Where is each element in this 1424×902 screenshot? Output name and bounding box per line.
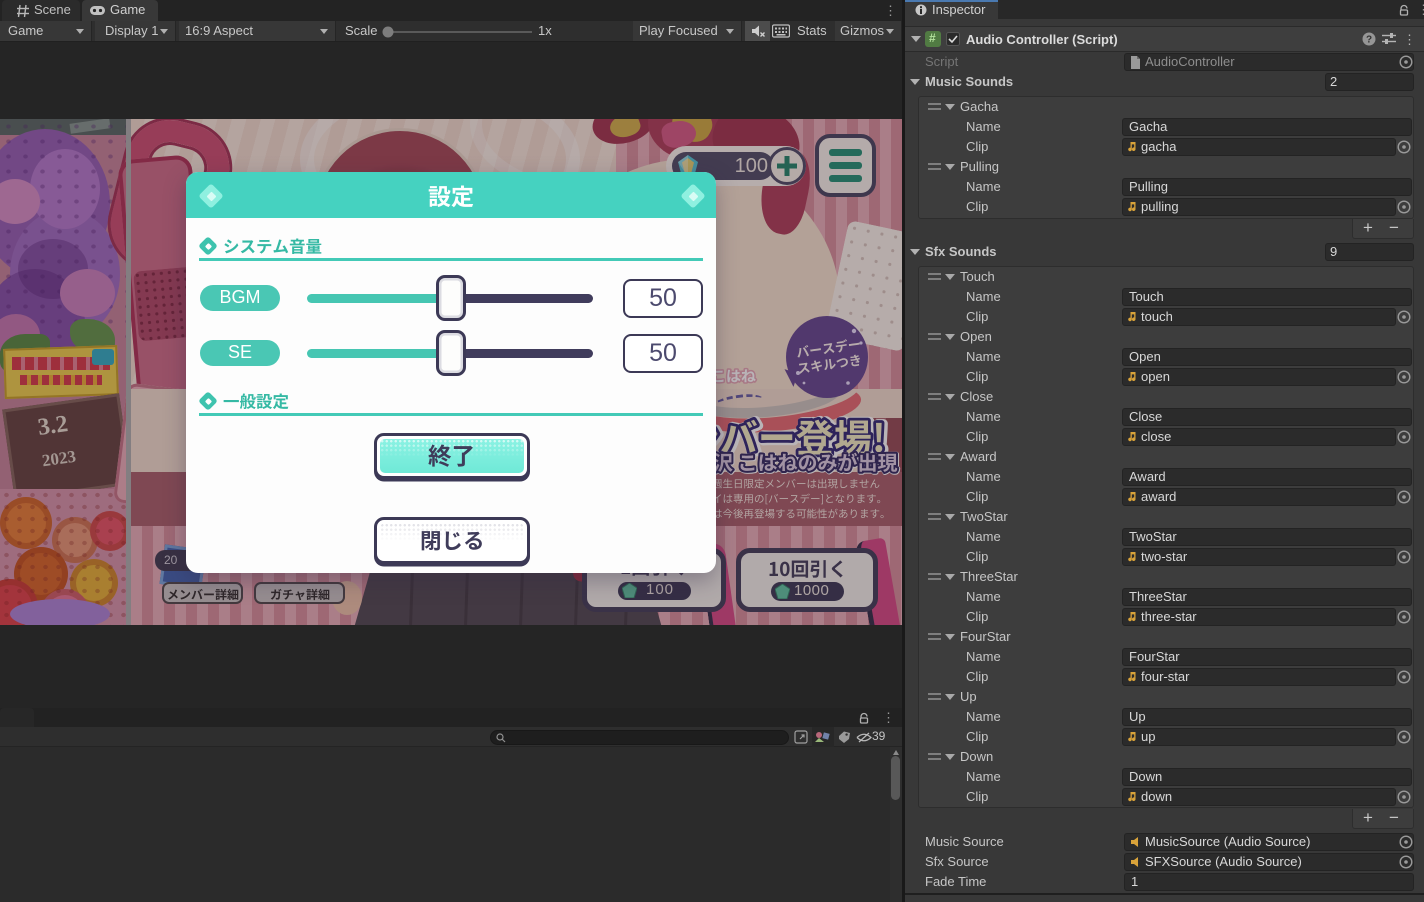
- svg-text:?: ?: [1366, 35, 1372, 46]
